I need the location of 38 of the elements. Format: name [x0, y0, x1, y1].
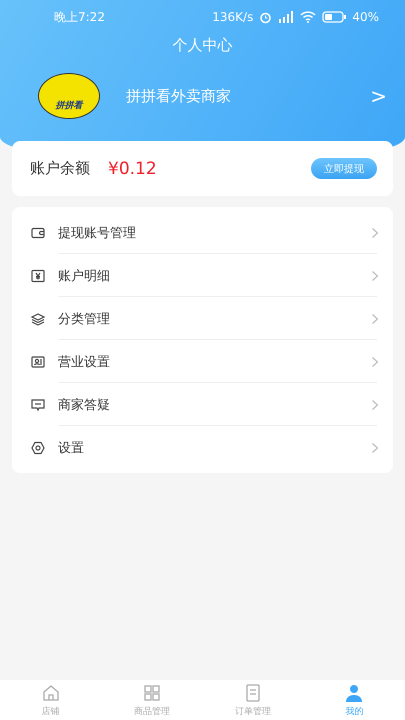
- menu-item[interactable]: 设置: [58, 438, 359, 456]
- id-card-icon: [30, 354, 46, 370]
- chevron-icon: [371, 270, 379, 282]
- settings-icon: [30, 440, 46, 456]
- balance-amount: ¥0.12: [108, 158, 158, 178]
- tab[interactable]: 店铺: [0, 680, 102, 720]
- menu-item[interactable]: 提现账号管理: [58, 224, 359, 242]
- home-icon: [40, 682, 61, 702]
- tab[interactable]: 订单管理: [202, 680, 304, 720]
- chevron-icon: [371, 398, 379, 410]
- grid-icon: [142, 682, 162, 702]
- layers-icon: [30, 310, 46, 326]
- yen-icon: [30, 268, 46, 284]
- user-icon: [344, 682, 364, 702]
- alarm-icon: [259, 10, 272, 24]
- tab[interactable]: 我的: [304, 680, 405, 720]
- page-title: 个人中心: [172, 36, 234, 55]
- chevron-icon: [371, 442, 379, 454]
- battery-icon: [322, 11, 346, 23]
- menu-item[interactable]: 营业设置: [58, 352, 359, 370]
- battery-level: 40%: [352, 10, 379, 24]
- menu-item[interactable]: 分类管理: [58, 310, 359, 328]
- withdraw-button[interactable]: 立即提现: [311, 158, 377, 179]
- merchant-logo: 拼拼看: [38, 73, 100, 119]
- chevron-icon: [371, 356, 379, 368]
- balance-label: 账户余额: [30, 159, 90, 178]
- chevron-icon: [371, 226, 379, 238]
- menu-item[interactable]: 账户明细: [58, 266, 359, 284]
- chevron-icon: [371, 312, 379, 324]
- wifi-icon: [300, 11, 316, 23]
- chevron-icon[interactable]: >: [370, 84, 387, 108]
- status-time: 晚上7:22: [54, 8, 105, 26]
- tab[interactable]: 商品管理: [101, 680, 202, 720]
- network-speed: 136K/s: [212, 10, 254, 24]
- merchant-name[interactable]: 拼拼看外卖商家: [126, 86, 344, 106]
- message-icon: [30, 396, 46, 412]
- menu-item[interactable]: 商家答疑: [58, 396, 359, 414]
- signal-icon: [278, 11, 294, 23]
